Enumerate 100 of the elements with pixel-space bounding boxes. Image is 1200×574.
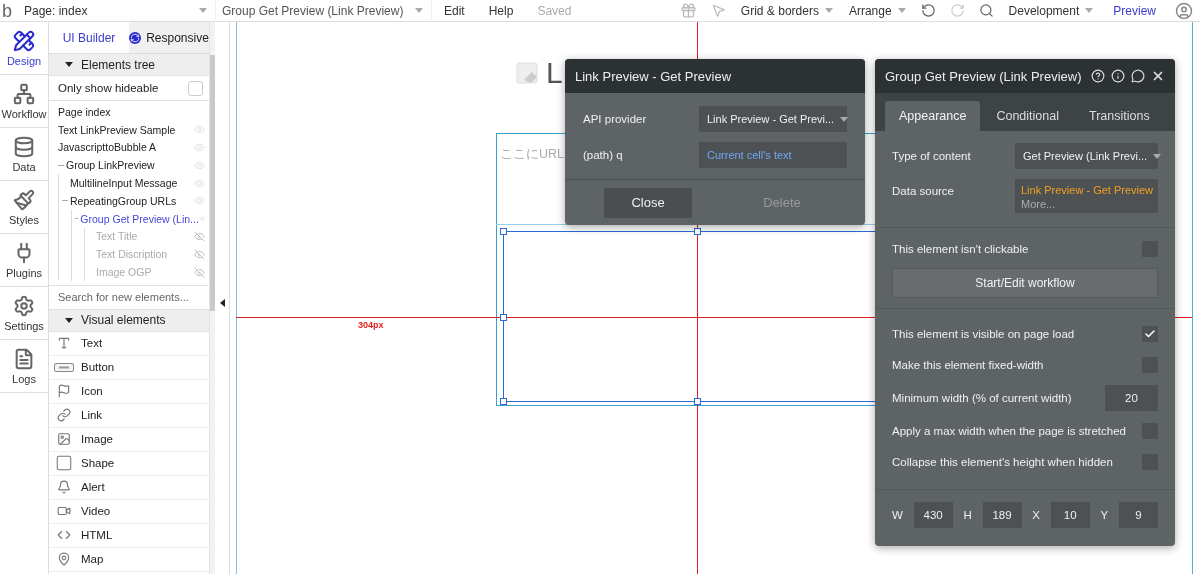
- sidebar-tab[interactable]: Design: [0, 22, 48, 75]
- element-item[interactable]: Button: [49, 355, 209, 380]
- close-button[interactable]: Close: [604, 187, 692, 218]
- element-item[interactable]: Image: [49, 427, 209, 452]
- resize-handle[interactable]: [500, 398, 507, 405]
- checkbox[interactable]: [1142, 326, 1158, 342]
- tree-item[interactable]: JavascripttoBubble A: [49, 138, 209, 157]
- dropdown[interactable]: Link Preview - Get Previ...: [699, 106, 847, 132]
- gift-icon[interactable]: [679, 2, 697, 19]
- section-header[interactable]: Elements tree: [49, 54, 209, 76]
- save-status: Saved: [536, 3, 573, 18]
- tree-item[interactable]: Text LinkPreview Sample: [49, 120, 209, 139]
- panel-title: Group Get Preview (Link Preview): [885, 68, 1082, 84]
- sidebar-tab[interactable]: Data: [0, 128, 48, 181]
- expanded-marker[interactable]: [58, 164, 64, 166]
- sidebar-tab[interactable]: Styles: [0, 181, 48, 234]
- section-header[interactable]: Visual elements: [49, 309, 209, 332]
- eye-off-icon[interactable]: [194, 248, 205, 260]
- resize-handle[interactable]: [694, 228, 701, 235]
- sidebar-tab[interactable]: Settings: [0, 287, 48, 340]
- caret-icon: [840, 116, 849, 122]
- dimension-field[interactable]: 10: [1050, 502, 1090, 528]
- bell-icon: [57, 480, 71, 495]
- expanded-marker[interactable]: [75, 218, 79, 220]
- resize-handle[interactable]: [694, 398, 701, 405]
- dimension-label: X: [1032, 509, 1040, 521]
- option-label: Minimum width (% of current width): [892, 392, 1072, 404]
- resize-handle[interactable]: [500, 314, 507, 321]
- dimension-label: H: [963, 509, 972, 521]
- tree-item[interactable]: Page index: [49, 103, 209, 121]
- menu-item[interactable]: Edit: [432, 3, 477, 18]
- resize-handle[interactable]: [500, 228, 507, 235]
- element-item[interactable]: Alert: [49, 475, 209, 500]
- expanded-marker[interactable]: [62, 200, 68, 202]
- help-icon[interactable]: [1091, 69, 1105, 83]
- eye-off-icon[interactable]: [194, 230, 205, 242]
- dimension-field[interactable]: 430: [913, 502, 953, 528]
- sidebar-tab[interactable]: Workflow: [0, 75, 48, 128]
- tree-item[interactable]: RepeatingGroup URLs: [59, 192, 209, 210]
- more-link[interactable]: More...: [1015, 198, 1158, 210]
- undo-icon[interactable]: [920, 3, 936, 18]
- dimension-field[interactable]: 189: [982, 502, 1022, 528]
- toolbar-dropdown[interactable]: Grid & borders: [732, 0, 841, 22]
- element-label: Text: [81, 337, 103, 350]
- close-icon[interactable]: [1151, 69, 1165, 83]
- avatar-icon[interactable]: [1175, 1, 1193, 20]
- info-icon[interactable]: [1111, 69, 1125, 83]
- eye-icon[interactable]: [194, 177, 205, 189]
- eye-icon[interactable]: [194, 124, 205, 136]
- checkbox[interactable]: [188, 80, 203, 96]
- workflow-button[interactable]: Start/Edit workflow: [892, 268, 1158, 298]
- sidebar-tab[interactable]: Plugins: [0, 234, 48, 287]
- field-label: API provider: [583, 113, 647, 125]
- element-item[interactable]: Video: [49, 499, 209, 524]
- collapse-icon[interactable]: [219, 299, 225, 307]
- map-pin-icon: [57, 552, 71, 567]
- tree-item[interactable]: MultilineInput Message: [59, 174, 209, 192]
- preview-link[interactable]: Preview: [1101, 3, 1168, 18]
- comment-icon[interactable]: [1131, 69, 1145, 83]
- number-field[interactable]: 20: [1105, 385, 1158, 411]
- eye-off-icon[interactable]: [194, 266, 205, 278]
- environment-dropdown[interactable]: Development: [1000, 0, 1102, 22]
- toolbar-dropdown[interactable]: Arrange: [840, 0, 914, 22]
- menu-item[interactable]: Help: [476, 3, 526, 18]
- element-dropdown[interactable]: Group Get Preview (Link Preview): [216, 0, 432, 22]
- flag-icon: [57, 384, 71, 399]
- search-icon[interactable]: [978, 3, 994, 18]
- redo-icon[interactable]: [949, 3, 965, 18]
- page-dropdown[interactable]: Page: index: [18, 0, 216, 22]
- element-item[interactable]: HTML: [49, 523, 209, 548]
- eye-icon[interactable]: [194, 142, 205, 153]
- cursor-icon[interactable]: [710, 3, 726, 18]
- editor-tab[interactable]: Conditional: [982, 101, 1073, 131]
- element-item[interactable]: Text: [49, 331, 209, 356]
- caret-icon: [199, 8, 207, 13]
- button-icon: [54, 362, 74, 372]
- popup-title: Link Preview - Get Preview: [575, 68, 732, 84]
- dimension-field[interactable]: 9: [1119, 502, 1158, 528]
- element-item[interactable]: Icon: [49, 379, 209, 404]
- editor-tab[interactable]: Appearance: [885, 101, 981, 131]
- brush-icon: [13, 188, 35, 211]
- sidebar-tab[interactable]: Logs: [0, 340, 48, 393]
- element-label: Image: [81, 433, 113, 446]
- eye-icon[interactable]: [194, 195, 205, 207]
- element-label: Map: [81, 553, 104, 566]
- element-item[interactable]: Shape: [49, 451, 209, 476]
- option-label: Collapse this element's height when hidden: [892, 456, 1113, 468]
- panel-tab[interactable]: Responsive: [129, 22, 209, 53]
- tree-item[interactable]: Group LinkPreview: [49, 156, 209, 175]
- dropdown[interactable]: Get Preview (Link Previ...: [1015, 143, 1158, 169]
- text-icon: [57, 336, 71, 351]
- tree-item[interactable]: Group Get Preview (Lin...: [72, 209, 209, 228]
- element-label: Icon: [81, 385, 103, 398]
- field-label: Data source: [892, 184, 954, 197]
- element-item[interactable]: Map: [49, 547, 209, 572]
- caret-icon: [897, 8, 906, 13]
- editor-tab[interactable]: Transitions: [1074, 101, 1164, 131]
- eye-icon[interactable]: [194, 159, 205, 171]
- element-item[interactable]: Link: [49, 403, 209, 428]
- data-source-expression[interactable]: Link Preview - Get Preview: [1015, 184, 1158, 196]
